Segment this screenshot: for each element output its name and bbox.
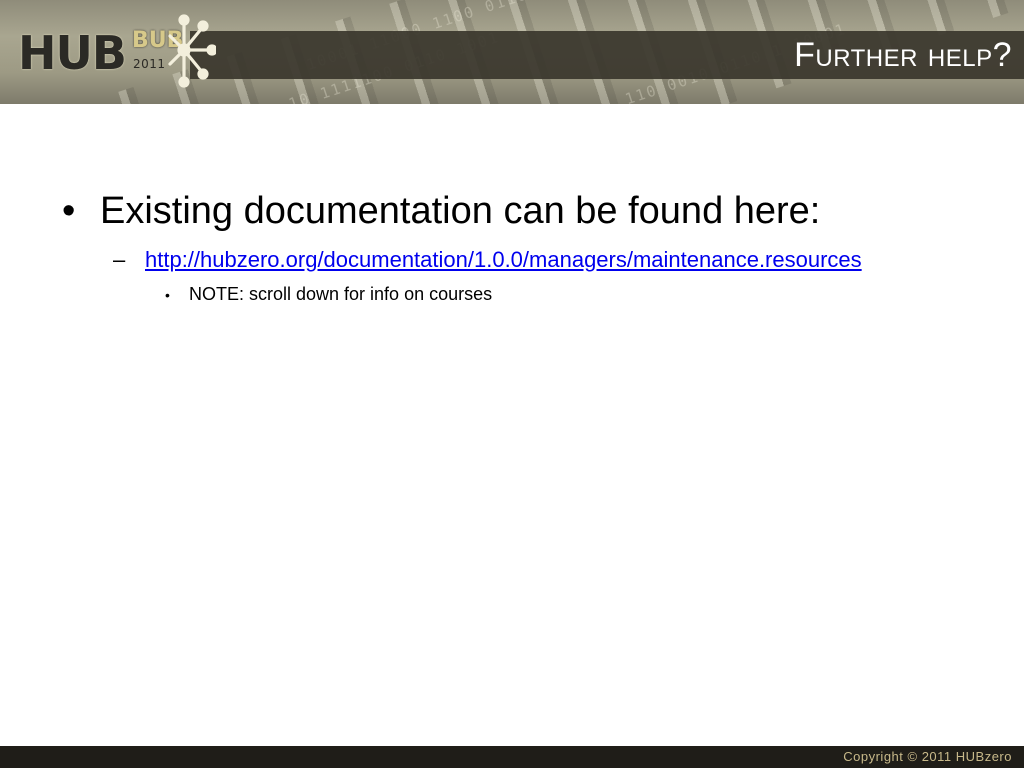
bullet-dot: • [165, 287, 170, 303]
hubbub-logo: HUB BUB 2011 [18, 8, 218, 88]
note-text: NOTE: scroll down for info on courses [189, 284, 493, 304]
bullet-dot: • [62, 190, 76, 232]
title-band: Further help? [190, 31, 1024, 79]
documentation-link[interactable]: http://hubzero.org/documentation/1.0.0/m… [145, 247, 862, 272]
footer-bar: Copyright © 2011 HUBzero [0, 746, 1024, 768]
starburst-icon [168, 14, 216, 88]
logo-hub-text: HUB [18, 26, 127, 80]
dash-marker: – [113, 247, 126, 272]
bullet-item: • Existing documentation can be found her… [62, 190, 820, 233]
slide-title: Further help? [794, 36, 1012, 74]
header-banner: 10001 11000 1100 0110 0101 0000 10 11111… [0, 0, 1024, 104]
sub-bullet-item: – http://hubzero.org/documentation/1.0.0/… [113, 247, 862, 273]
copyright-text: Copyright © 2011 HUBzero [843, 749, 1012, 764]
slide-content: • Existing documentation can be found her… [0, 104, 1024, 744]
bullet-text: Existing documentation can be found here… [100, 190, 821, 232]
note-item: • NOTE: scroll down for info on courses [165, 284, 492, 305]
logo-year-text: 2011 [133, 57, 166, 71]
slide: 10001 11000 1100 0110 0101 0000 10 11111… [0, 0, 1024, 768]
